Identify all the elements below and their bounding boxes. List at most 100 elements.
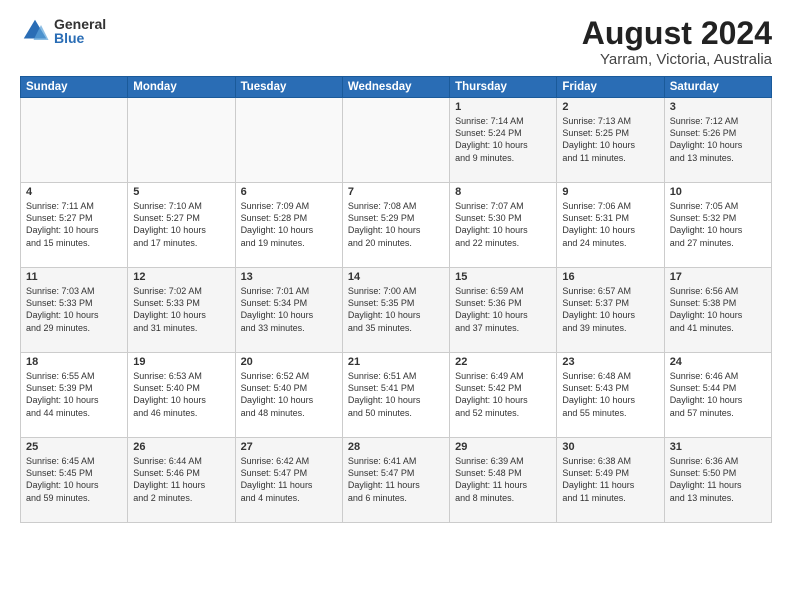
day-info: Sunrise: 7:01 AM Sunset: 5:34 PM Dayligh…: [241, 285, 337, 334]
calendar-week-2: 11 Sunrise: 7:03 AM Sunset: 5:33 PM Dayli…: [21, 268, 772, 353]
day-number: 26: [133, 441, 229, 453]
calendar-header-row: SundayMondayTuesdayWednesdayThursdayFrid…: [21, 77, 772, 98]
calendar-cell: 20 Sunrise: 6:52 AM Sunset: 5:40 PM Dayli…: [235, 353, 342, 438]
day-number: 13: [241, 271, 337, 283]
day-number: 31: [670, 441, 766, 453]
calendar-cell: [128, 98, 235, 183]
title-block: August 2024 Yarram, Victoria, Australia: [582, 16, 772, 68]
day-info: Sunrise: 7:11 AM Sunset: 5:27 PM Dayligh…: [26, 200, 122, 249]
calendar-header-wednesday: Wednesday: [342, 77, 449, 98]
calendar-cell: 13 Sunrise: 7:01 AM Sunset: 5:34 PM Dayli…: [235, 268, 342, 353]
day-info: Sunrise: 7:00 AM Sunset: 5:35 PM Dayligh…: [348, 285, 444, 334]
calendar-cell: 12 Sunrise: 7:02 AM Sunset: 5:33 PM Dayli…: [128, 268, 235, 353]
day-number: 6: [241, 186, 337, 198]
calendar-header: SundayMondayTuesdayWednesdayThursdayFrid…: [21, 77, 772, 98]
day-number: 18: [26, 356, 122, 368]
calendar-header-thursday: Thursday: [450, 77, 557, 98]
day-info: Sunrise: 6:46 AM Sunset: 5:44 PM Dayligh…: [670, 370, 766, 419]
calendar-cell: 4 Sunrise: 7:11 AM Sunset: 5:27 PM Daylig…: [21, 183, 128, 268]
calendar-cell: 21 Sunrise: 6:51 AM Sunset: 5:41 PM Dayli…: [342, 353, 449, 438]
calendar-week-1: 4 Sunrise: 7:11 AM Sunset: 5:27 PM Daylig…: [21, 183, 772, 268]
day-number: 9: [562, 186, 658, 198]
day-info: Sunrise: 6:52 AM Sunset: 5:40 PM Dayligh…: [241, 370, 337, 419]
calendar-cell: 18 Sunrise: 6:55 AM Sunset: 5:39 PM Dayli…: [21, 353, 128, 438]
calendar-cell: 25 Sunrise: 6:45 AM Sunset: 5:45 PM Dayli…: [21, 438, 128, 523]
day-info: Sunrise: 6:45 AM Sunset: 5:45 PM Dayligh…: [26, 455, 122, 504]
day-info: Sunrise: 6:41 AM Sunset: 5:47 PM Dayligh…: [348, 455, 444, 504]
day-number: 8: [455, 186, 551, 198]
day-number: 1: [455, 101, 551, 113]
day-info: Sunrise: 7:14 AM Sunset: 5:24 PM Dayligh…: [455, 115, 551, 164]
day-number: 4: [26, 186, 122, 198]
calendar-cell: 1 Sunrise: 7:14 AM Sunset: 5:24 PM Daylig…: [450, 98, 557, 183]
calendar-cell: 23 Sunrise: 6:48 AM Sunset: 5:43 PM Dayli…: [557, 353, 664, 438]
day-number: 11: [26, 271, 122, 283]
day-info: Sunrise: 7:05 AM Sunset: 5:32 PM Dayligh…: [670, 200, 766, 249]
day-number: 24: [670, 356, 766, 368]
calendar-cell: 27Sunrise: 6:42 AM Sunset: 5:47 PM Dayli…: [235, 438, 342, 523]
day-number: 25: [26, 441, 122, 453]
day-info: Sunrise: 6:51 AM Sunset: 5:41 PM Dayligh…: [348, 370, 444, 419]
calendar-table: SundayMondayTuesdayWednesdayThursdayFrid…: [20, 76, 772, 523]
logo: General Blue: [20, 16, 106, 46]
day-number: 5: [133, 186, 229, 198]
day-info: Sunrise: 7:12 AM Sunset: 5:26 PM Dayligh…: [670, 115, 766, 164]
calendar-body: 1 Sunrise: 7:14 AM Sunset: 5:24 PM Daylig…: [21, 98, 772, 523]
calendar-week-4: 25 Sunrise: 6:45 AM Sunset: 5:45 PM Dayli…: [21, 438, 772, 523]
day-info: Sunrise: 6:36 AM Sunset: 5:50 PM Dayligh…: [670, 455, 766, 504]
day-info: Sunrise: 6:44 AM Sunset: 5:46 PM Dayligh…: [133, 455, 229, 504]
day-number: 23: [562, 356, 658, 368]
calendar-cell: 11 Sunrise: 7:03 AM Sunset: 5:33 PM Dayli…: [21, 268, 128, 353]
calendar-header-saturday: Saturday: [664, 77, 771, 98]
page: General Blue August 2024 Yarram, Victori…: [0, 0, 792, 612]
day-number: 17: [670, 271, 766, 283]
day-info: Sunrise: 7:07 AM Sunset: 5:30 PM Dayligh…: [455, 200, 551, 249]
day-number: 19: [133, 356, 229, 368]
logo-blue-text: Blue: [54, 31, 106, 45]
logo-text: General Blue: [54, 17, 106, 45]
day-info: Sunrise: 7:08 AM Sunset: 5:29 PM Dayligh…: [348, 200, 444, 249]
day-info: Sunrise: 7:02 AM Sunset: 5:33 PM Dayligh…: [133, 285, 229, 334]
calendar-header-tuesday: Tuesday: [235, 77, 342, 98]
day-info: Sunrise: 7:03 AM Sunset: 5:33 PM Dayligh…: [26, 285, 122, 334]
day-number: 28: [348, 441, 444, 453]
calendar-cell: 9 Sunrise: 7:06 AM Sunset: 5:31 PM Daylig…: [557, 183, 664, 268]
day-info: Sunrise: 6:48 AM Sunset: 5:43 PM Dayligh…: [562, 370, 658, 419]
calendar-cell: 22Sunrise: 6:49 AM Sunset: 5:42 PM Dayli…: [450, 353, 557, 438]
calendar-cell: 16 Sunrise: 6:57 AM Sunset: 5:37 PM Dayli…: [557, 268, 664, 353]
calendar-cell: 30Sunrise: 6:38 AM Sunset: 5:49 PM Dayli…: [557, 438, 664, 523]
calendar-cell: 8 Sunrise: 7:07 AM Sunset: 5:30 PM Daylig…: [450, 183, 557, 268]
day-number: 21: [348, 356, 444, 368]
day-number: 22: [455, 356, 551, 368]
day-info: Sunrise: 7:06 AM Sunset: 5:31 PM Dayligh…: [562, 200, 658, 249]
calendar-cell: 6 Sunrise: 7:09 AM Sunset: 5:28 PM Daylig…: [235, 183, 342, 268]
calendar-cell: 14 Sunrise: 7:00 AM Sunset: 5:35 PM Dayli…: [342, 268, 449, 353]
calendar-week-0: 1 Sunrise: 7:14 AM Sunset: 5:24 PM Daylig…: [21, 98, 772, 183]
calendar-cell: [21, 98, 128, 183]
day-number: 14: [348, 271, 444, 283]
day-number: 16: [562, 271, 658, 283]
calendar-cell: [235, 98, 342, 183]
header: General Blue August 2024 Yarram, Victori…: [20, 16, 772, 68]
sub-title: Yarram, Victoria, Australia: [582, 51, 772, 68]
calendar-cell: 17 Sunrise: 6:56 AM Sunset: 5:38 PM Dayli…: [664, 268, 771, 353]
day-info: Sunrise: 6:53 AM Sunset: 5:40 PM Dayligh…: [133, 370, 229, 419]
main-title: August 2024: [582, 16, 772, 51]
day-info: Sunrise: 6:56 AM Sunset: 5:38 PM Dayligh…: [670, 285, 766, 334]
day-number: 2: [562, 101, 658, 113]
day-number: 7: [348, 186, 444, 198]
day-number: 3: [670, 101, 766, 113]
day-number: 12: [133, 271, 229, 283]
day-info: Sunrise: 6:57 AM Sunset: 5:37 PM Dayligh…: [562, 285, 658, 334]
calendar-cell: 28 Sunrise: 6:41 AM Sunset: 5:47 PM Dayli…: [342, 438, 449, 523]
day-info: Sunrise: 6:55 AM Sunset: 5:39 PM Dayligh…: [26, 370, 122, 419]
day-number: 29: [455, 441, 551, 453]
calendar-header-monday: Monday: [128, 77, 235, 98]
day-info: Sunrise: 6:59 AM Sunset: 5:36 PM Dayligh…: [455, 285, 551, 334]
day-number: 20: [241, 356, 337, 368]
day-info: Sunrise: 7:13 AM Sunset: 5:25 PM Dayligh…: [562, 115, 658, 164]
day-info: Sunrise: 7:09 AM Sunset: 5:28 PM Dayligh…: [241, 200, 337, 249]
day-number: 10: [670, 186, 766, 198]
calendar-cell: 15Sunrise: 6:59 AM Sunset: 5:36 PM Dayli…: [450, 268, 557, 353]
day-info: Sunrise: 6:42 AM Sunset: 5:47 PM Dayligh…: [241, 455, 337, 504]
